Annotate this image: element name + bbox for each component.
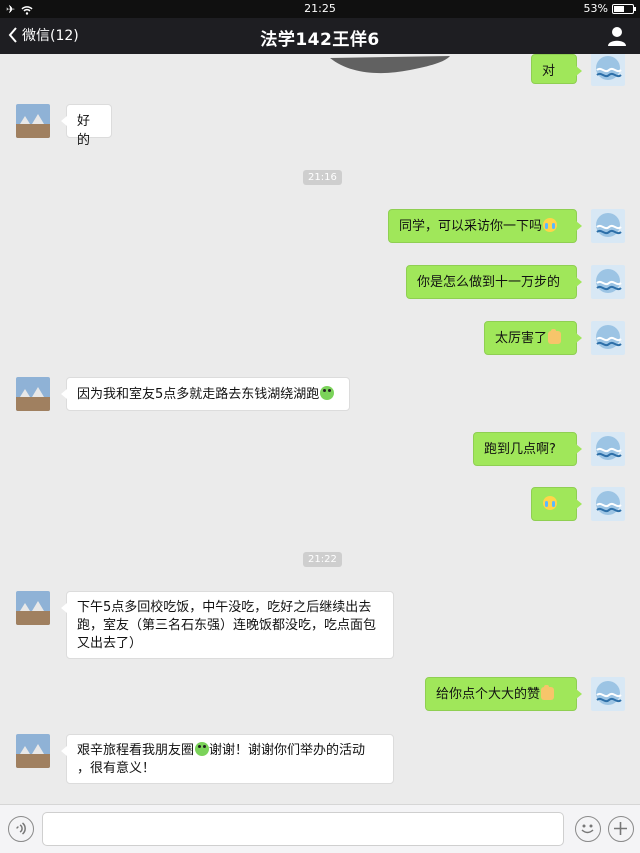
message-text: 因为我和室友5点多就走路去东钱湖绕湖跑 — [77, 387, 320, 402]
my-avatar[interactable] — [591, 487, 625, 521]
message-text: 你是怎么做到十一万步的 — [417, 275, 561, 290]
message-bubble-right[interactable] — [531, 487, 582, 521]
my-avatar[interactable] — [591, 265, 625, 299]
message-line: 下午5点多回校吃饭，中午没吃，吃好之后继续出去 — [77, 600, 372, 615]
chat-title: 法学142王佯6 — [260, 30, 380, 50]
message-text: 艰辛旅程看我朋友圈 — [77, 743, 195, 758]
message-bubble-right[interactable]: 你是怎么做到十一万步的 — [406, 265, 582, 299]
my-avatar[interactable] — [591, 432, 625, 466]
crying-emoji-icon — [543, 496, 557, 510]
message-line: 艰辛旅程看我朋友圈 谢谢！谢谢你们举办的活动 — [77, 742, 383, 760]
thumbs-up-icon — [541, 685, 555, 700]
message-input[interactable] — [42, 812, 564, 846]
message-bubble-right[interactable]: 给你点个大大的赞 — [425, 677, 582, 711]
plus-icon — [614, 822, 627, 835]
emoji-icon — [581, 824, 594, 834]
message-line: 又出去了） — [77, 636, 143, 651]
contact-avatar[interactable] — [16, 591, 50, 625]
my-avatar[interactable] — [591, 54, 625, 86]
contact-avatar[interactable] — [16, 104, 50, 138]
message-text: 好的 — [77, 114, 91, 148]
message-text: 给你点个大大的赞 — [436, 687, 541, 702]
voice-icon — [16, 822, 26, 835]
ink-decoration — [330, 56, 450, 74]
message-bubble-right[interactable]: 跑到几点啊? — [473, 432, 582, 466]
input-bar — [0, 804, 640, 853]
message-text: 谢谢！谢谢你们举办的活动 — [209, 743, 366, 758]
emoji-button[interactable] — [575, 816, 601, 842]
message-bubble-left[interactable]: 下午5点多回校吃饭，中午没吃，吃好之后继续出去 跑，室友（第三名石东强）连晚饭都… — [61, 591, 394, 659]
status-time: 21:25 — [304, 2, 336, 15]
message-bubble-left[interactable]: 艰辛旅程看我朋友圈 谢谢！谢谢你们举办的活动 ，很有意义！ — [61, 734, 394, 784]
timestamp: 21:16 — [303, 170, 342, 185]
message-line: 跑，室友（第三名石东强）连晚饭都没吃，吃点面包 — [77, 618, 377, 633]
battery-icon — [612, 3, 636, 14]
my-avatar[interactable] — [591, 209, 625, 243]
message-text: 跑到几点啊? — [484, 442, 556, 457]
message-text: 太厉害了 — [495, 331, 548, 346]
chat-area[interactable]: 对 好的 21:16 同学，可以采访你一下吗 你是怎么做到十一万步的 太厉害了 … — [0, 54, 640, 804]
message-bubble-left[interactable]: 好的 — [61, 104, 112, 148]
battery-percent: 53% — [583, 2, 608, 15]
nav-bar: 微信(12) 法学142王佯6 — [0, 18, 640, 54]
frog-emoji-icon — [320, 386, 335, 400]
message-bubble-right[interactable]: 对 — [531, 54, 582, 84]
contact-avatar[interactable] — [16, 377, 50, 411]
my-avatar[interactable] — [591, 677, 625, 711]
message-bubble-left[interactable]: 因为我和室友5点多就走路去东钱湖绕湖跑 — [61, 377, 350, 411]
contact-avatar[interactable] — [16, 734, 50, 768]
status-bar: ✈ 21:25 53% — [0, 0, 640, 18]
more-button[interactable] — [608, 816, 634, 842]
thumbs-up-icon — [548, 329, 562, 344]
profile-icon[interactable] — [606, 25, 628, 47]
message-bubble-right[interactable]: 同学，可以采访你一下吗 — [388, 209, 582, 243]
timestamp: 21:22 — [303, 552, 342, 567]
my-avatar[interactable] — [591, 321, 625, 355]
status-right: 53% — [583, 2, 636, 15]
message-text: 对 — [542, 64, 556, 79]
message-bubble-right[interactable]: 太厉害了 — [484, 321, 582, 355]
message-text: 同学，可以采访你一下吗 — [399, 219, 543, 234]
message-line: ，很有意义！ — [77, 761, 156, 776]
voice-button[interactable] — [8, 816, 34, 842]
crying-emoji-icon — [543, 218, 558, 232]
frog-emoji-icon — [195, 742, 210, 756]
